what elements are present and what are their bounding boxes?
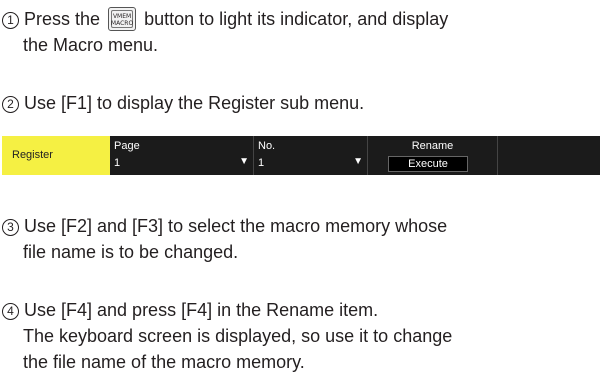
dropdown-arrow-icon: ▼ xyxy=(239,156,249,167)
rename-label: Rename xyxy=(411,140,454,152)
step-text: button to light its indicator, and displ… xyxy=(144,9,449,29)
button-label-top: VMEM xyxy=(112,13,132,20)
page-value: 1 xyxy=(114,157,121,169)
vmem-macro-button-icon: VMEM MACRO xyxy=(108,7,137,31)
step-text: Use [F2] and [F3] to select the macro me… xyxy=(24,216,448,236)
step-text: the file name of the macro memory. xyxy=(23,352,305,372)
page-label: Page xyxy=(114,140,140,152)
step-text: Use [F1] to display the Register sub men… xyxy=(24,93,365,113)
step-number: 2 xyxy=(2,96,19,113)
no-parameter[interactable]: No. 1 ▼ xyxy=(254,136,368,175)
no-value: 1 xyxy=(258,157,265,169)
no-label: No. xyxy=(258,140,276,152)
step-1: 1 Press the VMEM MACRO button to light its… xyxy=(2,6,448,58)
step-number: 3 xyxy=(2,219,19,236)
button-label-bottom: MACRO xyxy=(110,20,134,27)
step-text: the Macro menu. xyxy=(23,35,159,55)
empty-parameter xyxy=(498,136,600,175)
step-text: Press the xyxy=(24,9,101,29)
step-2: 2 Use [F1] to display the Register sub me… xyxy=(2,90,364,116)
page-parameter[interactable]: Page 1 ▼ xyxy=(110,136,254,175)
step-text: The keyboard screen is displayed, so use… xyxy=(23,326,453,346)
step-text: file name is to be changed. xyxy=(23,242,239,262)
step-number: 1 xyxy=(2,12,19,29)
dropdown-arrow-icon: ▼ xyxy=(353,156,363,167)
step-number: 4 xyxy=(2,303,19,320)
step-text: Use [F4] and press [F4] in the Rename it… xyxy=(24,300,379,320)
register-tab[interactable]: Register xyxy=(2,136,110,175)
step-3: 3 Use [F2] and [F3] to select the macro m… xyxy=(2,213,447,265)
execute-button[interactable]: Execute xyxy=(388,156,468,172)
step-4: 4 Use [F4] and press [F4] in the Rename i… xyxy=(2,297,452,375)
register-sub-menu: Register Page 1 ▼ No. 1 ▼ Rename Execute xyxy=(2,136,600,175)
rename-parameter: Rename Execute xyxy=(368,136,498,175)
